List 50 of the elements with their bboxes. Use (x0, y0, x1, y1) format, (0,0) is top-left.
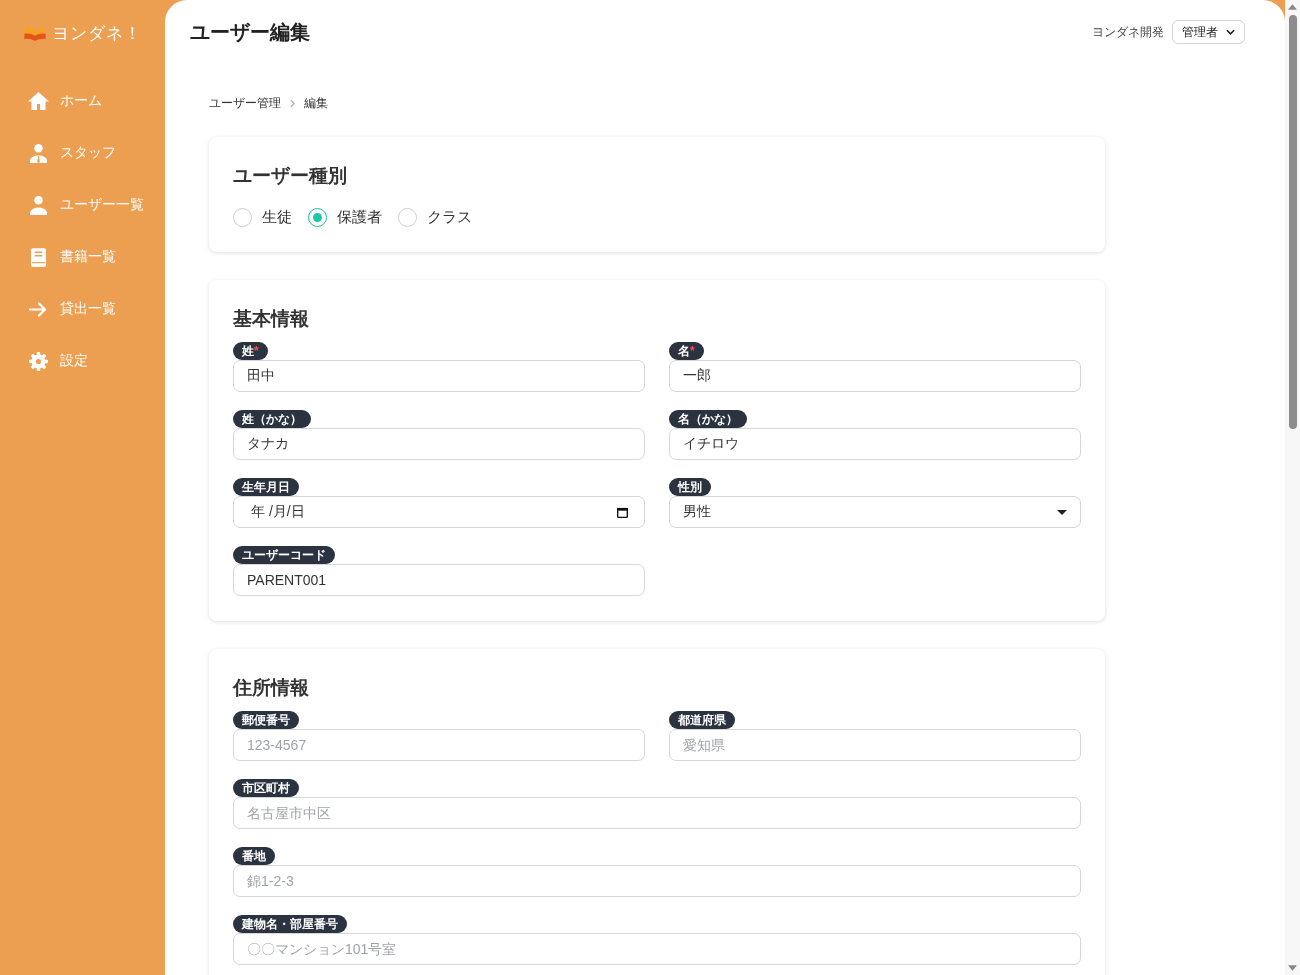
section-title: ユーザー種別 (233, 164, 348, 188)
breadcrumb-link[interactable]: ユーザー管理 (209, 94, 281, 112)
home-icon (27, 92, 49, 110)
field-label: 性別 (669, 478, 711, 496)
caret-down-icon (1057, 509, 1067, 515)
field-label: 都道府県 (669, 711, 735, 729)
field-label: 名（かな） (669, 410, 747, 428)
radio-label: クラス (427, 207, 472, 227)
app-logo-text: ヨンダネ！ (52, 22, 142, 45)
section-title: 住所情報 (233, 676, 310, 700)
field-label: 名* (669, 342, 704, 360)
field-label: 姓（かな） (233, 410, 311, 428)
calendar-icon (617, 506, 628, 518)
down-triangle-icon[interactable] (1288, 965, 1297, 971)
field-label: 姓* (233, 342, 268, 360)
chevron-right-icon (290, 98, 295, 108)
section-title: 基本情報 (233, 307, 310, 331)
date-field[interactable]: 年 /月/日 (233, 496, 645, 528)
field-label: 生年月日 (233, 478, 299, 496)
fox-book-icon (24, 25, 46, 41)
scrollbar-thumb[interactable] (1288, 15, 1297, 429)
field-label: 市区町村 (233, 779, 299, 797)
text-field[interactable]: 田中 (233, 360, 645, 392)
text-field[interactable]: 〇〇マンション101号室 (233, 933, 1081, 965)
page-title: ユーザー編集 (190, 19, 310, 45)
text-field[interactable]: 愛知県 (669, 729, 1081, 761)
text-field[interactable]: PARENT001 (233, 564, 645, 596)
radio-label: 生徒 (262, 207, 292, 227)
role-select[interactable]: 管理者 (1172, 20, 1245, 44)
text-field[interactable]: イチロウ (669, 428, 1081, 460)
radio-label: 保護者 (337, 207, 382, 227)
field-label: 郵便番号 (233, 711, 299, 729)
settings-icon (28, 351, 48, 371)
up-triangle-icon[interactable] (1288, 4, 1297, 10)
organization-name: ヨンダネ開発 (1092, 23, 1164, 41)
arrow-right-icon (29, 301, 47, 317)
breadcrumb-current: 編集 (304, 94, 328, 112)
text-field[interactable]: 名古屋市中区 (233, 797, 1081, 829)
text-field[interactable]: 錦1-2-3 (233, 865, 1081, 897)
book-icon (30, 247, 46, 267)
chevron-down-icon (1226, 29, 1235, 35)
text-field[interactable]: 123-4567 (233, 729, 645, 761)
person-icon (29, 195, 47, 215)
field-label: 建物名・部屋番号 (233, 915, 347, 933)
field-label: ユーザーコード (233, 546, 335, 564)
text-field[interactable]: タナカ (233, 428, 645, 460)
field-label: 番地 (233, 847, 275, 865)
select-field[interactable]: 男性 (669, 496, 1081, 528)
text-field[interactable]: 一郎 (669, 360, 1081, 392)
staff-person-icon (29, 143, 47, 163)
